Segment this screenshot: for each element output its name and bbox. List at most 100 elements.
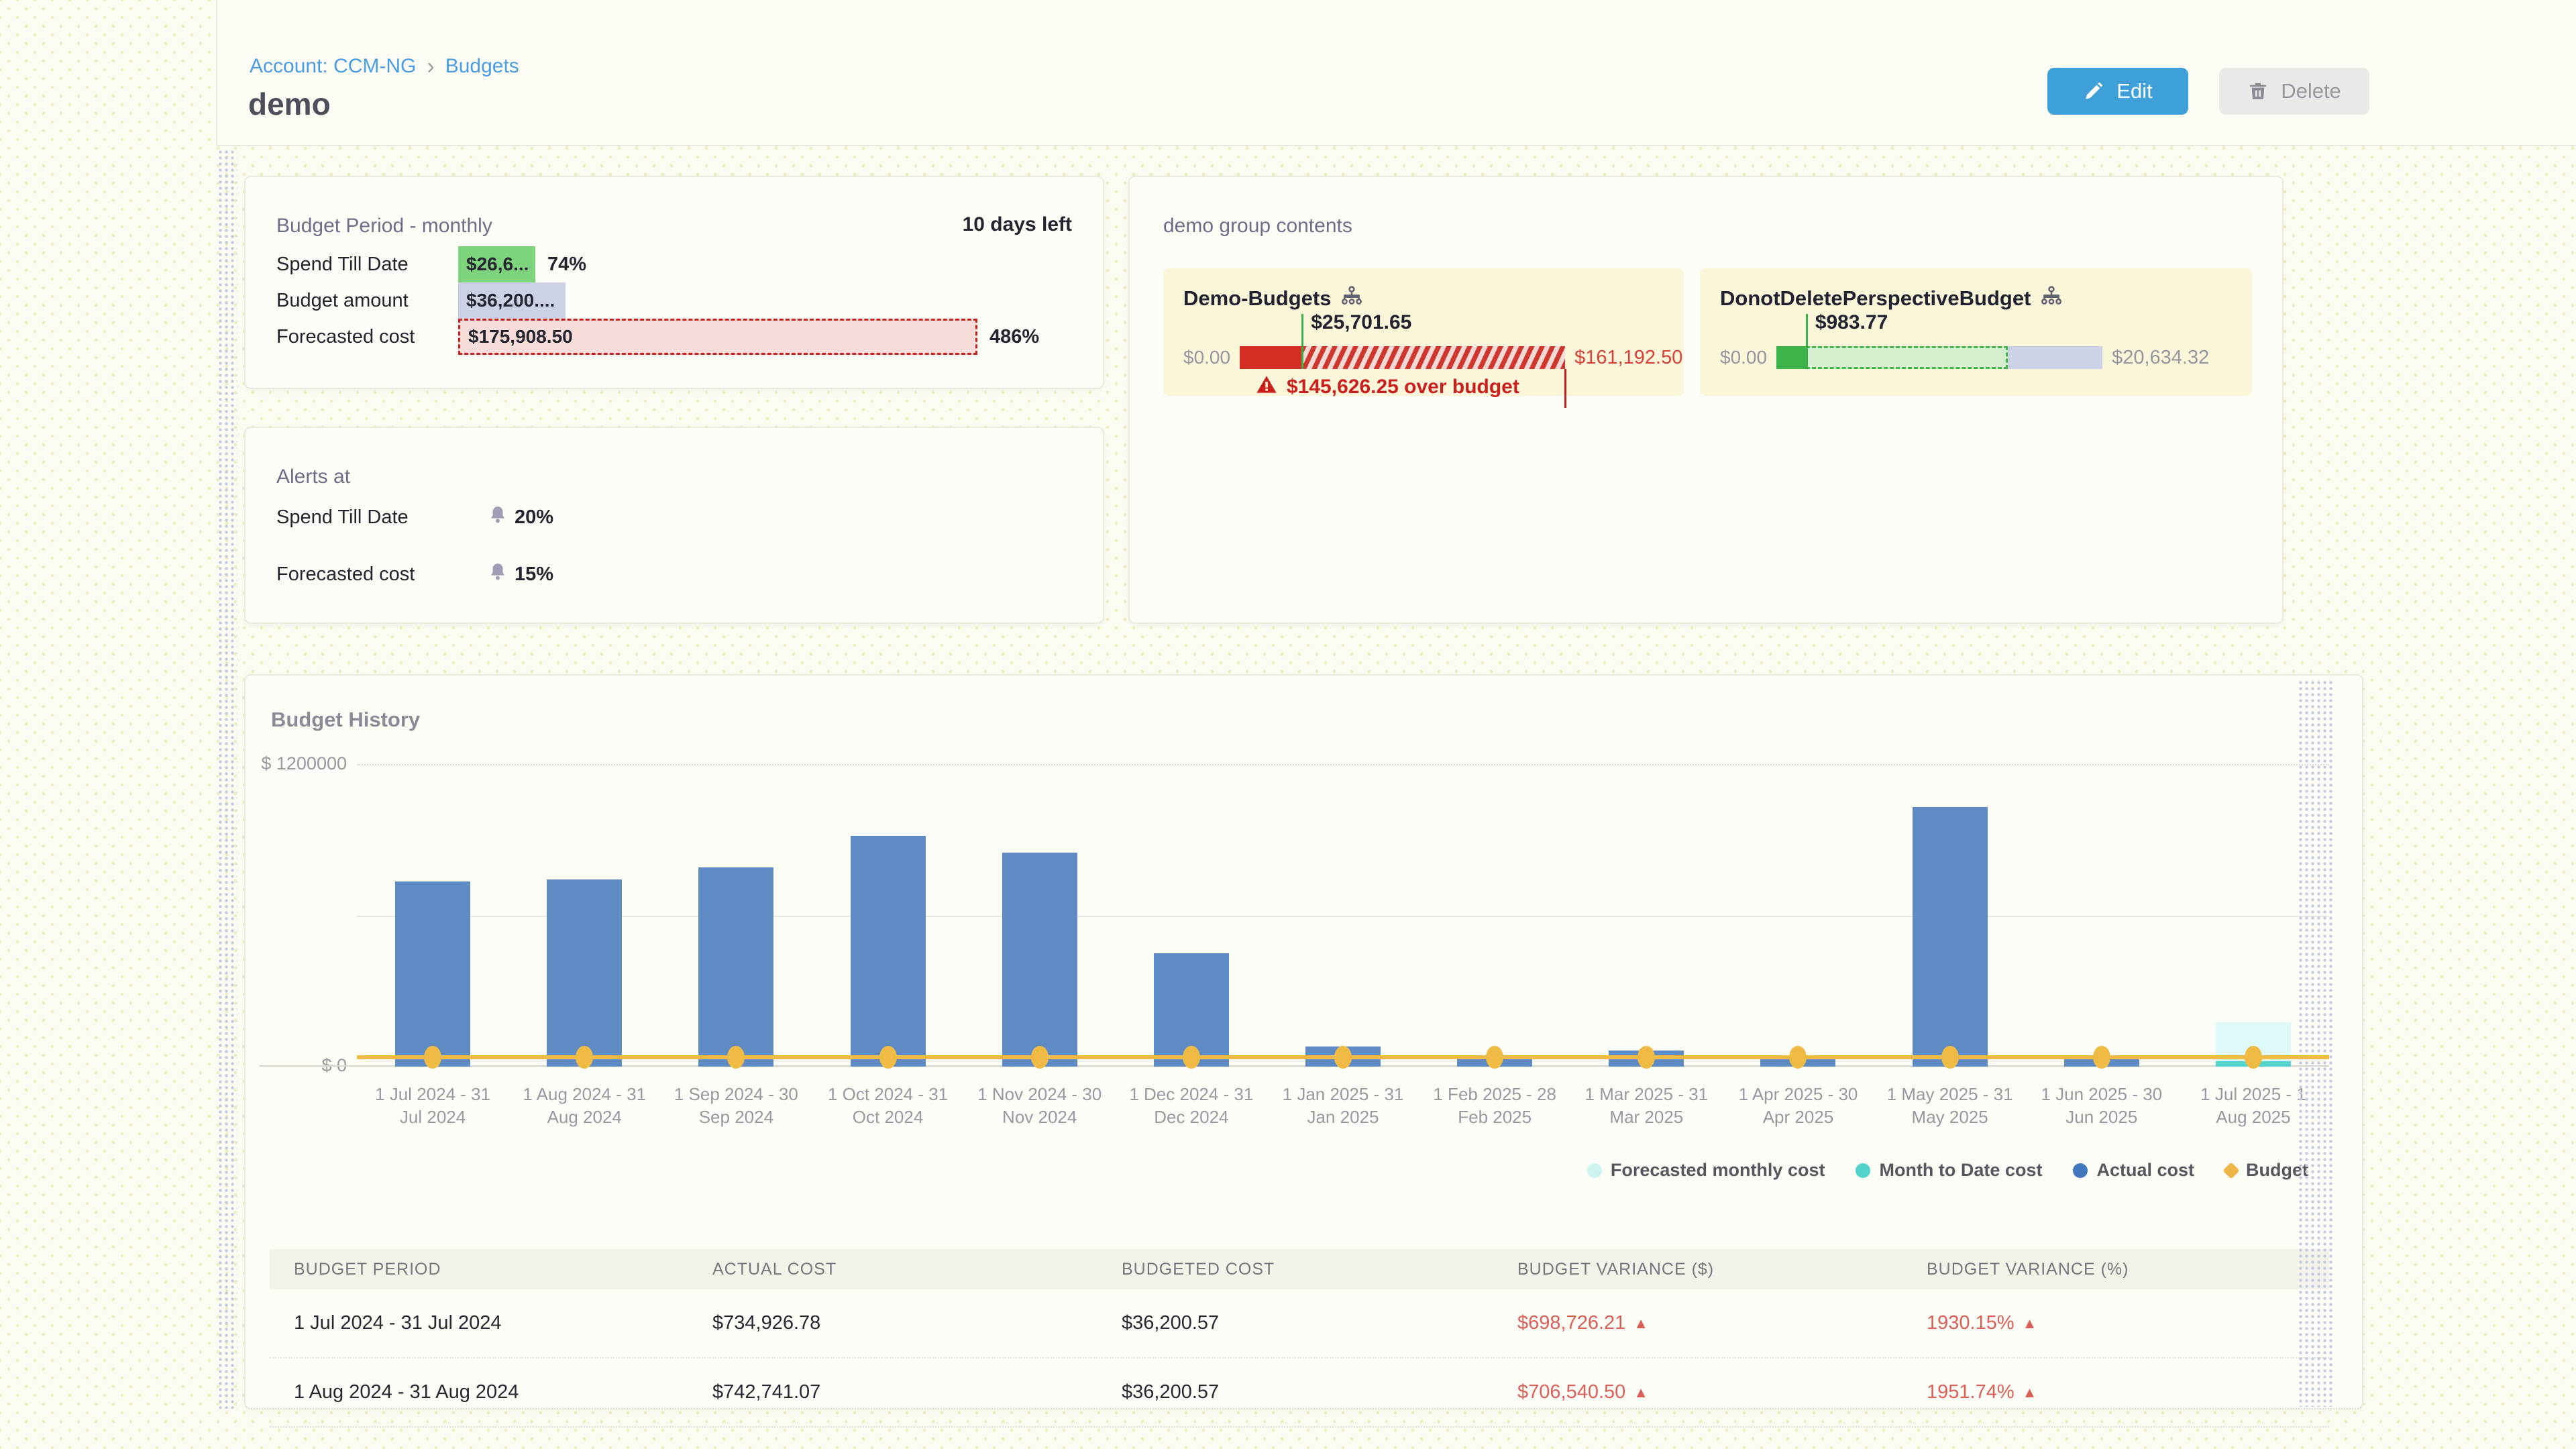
x-axis-label: 1 Sep 2024 - 30 Sep 2024 [660,1083,812,1128]
y-axis-tick-max: $ 1200000 [261,753,347,774]
actual-cost-bar [547,879,622,1067]
variance-cell: 1930.15%▲ [1902,1312,2329,1334]
budget-total-label: $20,634.32 [2112,347,2209,369]
variance-cell: $706,540.50▲ [1493,1381,1902,1403]
budget-amount-row: Budget amount $36,200.... [276,282,1083,319]
budget-history-table: BUDGET PERIODACTUAL COSTBUDGETED COSTBUD… [270,1249,2329,1428]
actual-cost-bar [1002,853,1077,1067]
budget-detail-page: Account: CCM-NG › Budgets demo Edit Dele… [0,0,2576,1449]
chart-column [1722,764,1874,1067]
budget-period-rows: Spend Till Date $26,6... 74% Budget amou… [276,246,1083,355]
increase-arrow-icon: ▲ [1633,1315,1648,1332]
budget-history-plot: $ 1200000 $ 0 1 Jul 2024 - 31 Jul 20241 … [357,764,2329,1067]
delete-button[interactable]: Delete [2219,68,2369,115]
legend-label: Month to Date cost [1879,1160,2042,1181]
spend-segment [1776,346,1806,369]
legend-diamond-icon [2222,1162,2239,1179]
table-cell: 1 Aug 2024 - 31 Aug 2024 [270,1381,688,1403]
trash-icon [2247,80,2269,102]
chart-column [1570,764,1722,1067]
increase-arrow-icon: ▲ [2023,1384,2037,1401]
bell-icon [488,561,508,587]
chart-columns [357,764,2329,1067]
legend-label: Actual cost [2096,1160,2194,1181]
alert-row-spend: Spend Till Date 20% [276,504,553,530]
breadcrumb-account-link[interactable]: Account: CCM-NG [250,55,416,78]
forecast-total-label: $161,192.50 [1574,347,1682,369]
alerts-card: Alerts at Spend Till Date 20% Forecasted… [244,427,1104,624]
x-axis-label: 1 Dec 2024 - 31 Dec 2024 [1116,1083,1267,1128]
increase-arrow-icon: ▲ [1633,1384,1648,1401]
table-header-cell: BUDGET VARIANCE ($) [1493,1260,1902,1279]
card-scrollbar[interactable] [2298,680,2332,1407]
budget-point-marker [2245,1046,2262,1069]
table-header-cell: BUDGET VARIANCE (%) [1902,1260,2329,1279]
budget-point-marker [1334,1046,1352,1069]
page-title: demo [248,86,331,122]
x-axis-label: 1 Apr 2025 - 30 Apr 2025 [1722,1083,1874,1128]
spend-pct: 74% [547,254,586,276]
spend-tick [1301,314,1303,369]
legend-item[interactable]: Budget [2225,1160,2308,1181]
x-axis-label: 1 Jan 2025 - 31 Jan 2025 [1267,1083,1419,1128]
days-left-text: 10 days left [963,213,1072,236]
over-budget-warning: $145,626.25 over budget [1256,374,1519,400]
budget-amount-chip[interactable]: $36,200.... [458,282,566,319]
budget-point-marker [1183,1046,1200,1069]
x-axis-label: 1 Feb 2025 - 28 Feb 2025 [1419,1083,1570,1128]
hierarchy-icon [1340,284,1363,313]
actual-cost-bar [395,881,470,1067]
legend-circle-icon [1587,1163,1602,1178]
forecast-segment [1806,346,2008,369]
budget-point-marker [1941,1046,1959,1069]
legend-item[interactable]: Actual cost [2073,1160,2194,1181]
budget-point-marker [2093,1046,2110,1069]
x-axis-label: 1 Aug 2024 - 31 Aug 2024 [508,1083,660,1128]
variance-cell: 1951.74%▲ [1902,1381,2329,1403]
budget-period-title: Budget Period - monthly [276,215,492,237]
budget-point-marker [879,1046,897,1069]
chart-column [2026,764,2178,1067]
budget-history-card: Budget History $ 1200000 $ 0 1 Jul 2024 … [244,674,2363,1409]
vertical-scrollbar[interactable] [217,149,237,1409]
forecasted-cost-row: Forecasted cost $175,908.50 486% [276,319,1083,355]
budget-point-marker [1638,1046,1655,1069]
budget-point-marker [1031,1046,1049,1069]
table-row: 1 Aug 2024 - 31 Aug 2024$742,741.07$36,2… [270,1358,2329,1428]
breadcrumb-budgets-link[interactable]: Budgets [445,55,519,78]
x-axis-label: 1 Jun 2025 - 30 Jun 2025 [2026,1083,2178,1128]
alerts-title: Alerts at [276,466,350,488]
table-header-row: BUDGET PERIODACTUAL COSTBUDGETED COSTBUD… [270,1249,2329,1289]
chevron-right-icon: › [427,56,434,76]
spend-segment [1240,346,1301,369]
legend-item[interactable]: Month to Date cost [1856,1160,2042,1181]
x-axis-label: 1 Mar 2025 - 31 Mar 2025 [1570,1083,1722,1128]
alert-threshold: 15% [515,564,553,586]
group-budget-donotdelete[interactable]: DonotDeletePerspectiveBudget $0.00 $983.… [1700,268,2252,396]
warning-icon [1256,374,1277,400]
alert-row-forecast: Forecasted cost 15% [276,561,553,587]
spend-chip[interactable]: $26,6... [458,246,535,282]
legend-item[interactable]: Forecasted monthly cost [1587,1160,1825,1181]
x-axis-labels: 1 Jul 2024 - 31 Jul 20241 Aug 2024 - 31 … [357,1083,2329,1128]
table-cell: $36,200.57 [1097,1312,1493,1334]
chart-column [660,764,812,1067]
x-axis-label: 1 Jul 2024 - 31 Jul 2024 [357,1083,508,1128]
breadcrumb: Account: CCM-NG › Budgets [250,55,519,78]
table-row: 1 Jul 2024 - 31 Jul 2024$734,926.78$36,2… [270,1289,2329,1358]
table-cell: $36,200.57 [1097,1381,1493,1403]
remaining-budget-segment [2008,346,2102,369]
forecast-chip[interactable]: $175,908.50 [458,319,977,355]
chart-column [1419,764,1570,1067]
chart-column [812,764,963,1067]
table-header-cell: ACTUAL COST [688,1260,1097,1279]
chart-column [964,764,1116,1067]
legend-label: Forecasted monthly cost [1611,1160,1825,1181]
edit-button[interactable]: Edit [2047,68,2188,115]
chart-column [508,764,660,1067]
budget-point-marker [1789,1046,1807,1069]
increase-arrow-icon: ▲ [2023,1315,2037,1332]
group-budget-demo-budgets[interactable]: Demo-Budgets $0.00 $25,701.65 $161,192.5… [1163,268,1684,396]
spend-tick [1806,314,1808,369]
bell-icon [488,504,508,530]
